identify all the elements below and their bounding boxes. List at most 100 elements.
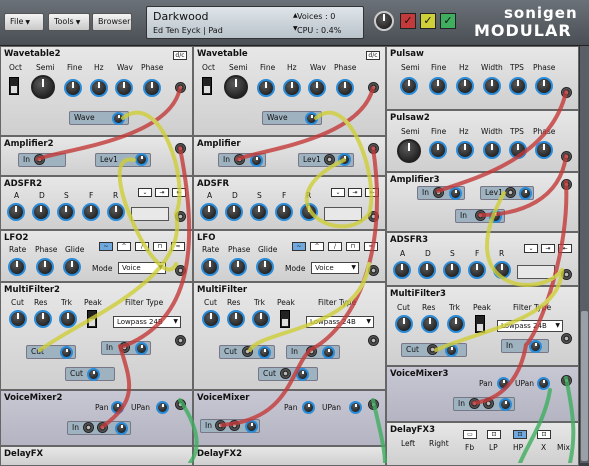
attack-knob[interactable] bbox=[200, 203, 218, 221]
lev-knob[interactable] bbox=[135, 153, 148, 166]
square-wave-icon[interactable]: ⊓ bbox=[153, 242, 167, 251]
lev-knob[interactable] bbox=[519, 187, 532, 200]
tps-knob[interactable] bbox=[509, 77, 527, 95]
filter-type-select[interactable]: Lowpass 24B ▼ bbox=[306, 316, 374, 328]
output-jack[interactable] bbox=[175, 399, 186, 410]
loop-icon[interactable]: ⇤ bbox=[365, 188, 379, 197]
trk-knob[interactable] bbox=[447, 315, 465, 333]
filter-in-knob[interactable] bbox=[529, 340, 542, 353]
semi-knob[interactable] bbox=[397, 139, 421, 163]
loop-icon[interactable]: ⇤ bbox=[558, 244, 572, 253]
in2-knob[interactable] bbox=[489, 210, 502, 223]
wave-mod-knob[interactable] bbox=[112, 112, 125, 125]
filter-type-select[interactable]: Lowpass 24B ▼ bbox=[497, 320, 563, 332]
filter-in-knob[interactable] bbox=[135, 342, 148, 355]
sustain-knob[interactable] bbox=[443, 261, 461, 279]
decay-knob[interactable] bbox=[32, 203, 50, 221]
mixer-in-jack-2[interactable] bbox=[483, 398, 494, 409]
phase-knob[interactable] bbox=[143, 79, 161, 97]
filter-in-jack[interactable] bbox=[119, 342, 130, 353]
semi-knob[interactable] bbox=[224, 75, 248, 99]
wave-mod-knob[interactable] bbox=[305, 112, 318, 125]
output-jack[interactable] bbox=[368, 82, 379, 93]
cut-knob[interactable] bbox=[9, 310, 27, 328]
trk-knob[interactable] bbox=[252, 310, 270, 328]
wave-edit-icon[interactable]: d/c bbox=[173, 51, 187, 60]
rate-knob[interactable] bbox=[8, 258, 26, 276]
filter-in-jack[interactable] bbox=[306, 346, 317, 357]
browser-button[interactable]: Browser bbox=[92, 13, 132, 31]
peak-switch[interactable] bbox=[280, 310, 290, 328]
pan-knob[interactable] bbox=[497, 377, 510, 390]
file-menu-button[interactable]: File ▼ bbox=[4, 13, 44, 31]
wav-knob[interactable] bbox=[115, 79, 133, 97]
decay-knob[interactable] bbox=[418, 261, 436, 279]
output-jack[interactable] bbox=[368, 335, 379, 346]
cut-mod-knob[interactable] bbox=[445, 344, 458, 357]
fall-knob[interactable] bbox=[468, 261, 486, 279]
mixer-in-jack-2[interactable] bbox=[97, 422, 108, 433]
loop-icon[interactable]: ⇤ bbox=[172, 188, 186, 197]
upan-knob[interactable] bbox=[537, 377, 550, 390]
cut2-knob[interactable] bbox=[296, 368, 309, 381]
attack-knob[interactable] bbox=[393, 261, 411, 279]
hz-knob[interactable] bbox=[456, 141, 474, 159]
master-volume-knob[interactable] bbox=[374, 11, 394, 31]
sine-wave-icon[interactable]: ~ bbox=[292, 242, 306, 251]
output-jack[interactable] bbox=[175, 265, 186, 276]
x-toggle-icon[interactable]: ⊡ bbox=[537, 430, 551, 439]
output-jack[interactable] bbox=[175, 82, 186, 93]
oct-switch[interactable] bbox=[9, 77, 19, 95]
tools-menu-button[interactable]: Tools ▼ bbox=[48, 13, 90, 31]
output-jack[interactable] bbox=[368, 143, 379, 154]
output-jack[interactable] bbox=[175, 335, 186, 346]
release-knob[interactable] bbox=[107, 203, 125, 221]
attack-knob[interactable] bbox=[7, 203, 25, 221]
lfo-phase-knob[interactable] bbox=[229, 258, 247, 276]
output-jack[interactable] bbox=[561, 375, 572, 386]
vertical-scrollbar[interactable] bbox=[579, 46, 589, 463]
phase-knob[interactable] bbox=[535, 77, 553, 95]
in2-jack[interactable] bbox=[475, 210, 486, 221]
rate-knob[interactable] bbox=[201, 258, 219, 276]
filter-type-select[interactable]: Lowpass 24B ▼ bbox=[113, 316, 181, 328]
peak-switch[interactable] bbox=[87, 310, 97, 328]
upan-knob[interactable] bbox=[349, 401, 362, 414]
in-knob[interactable] bbox=[449, 187, 462, 200]
phase-knob[interactable] bbox=[336, 79, 354, 97]
sine-wave-icon[interactable]: ~ bbox=[99, 242, 113, 251]
square-wave-icon[interactable]: ⊓ bbox=[346, 242, 360, 251]
res-knob[interactable] bbox=[34, 310, 52, 328]
in-jack[interactable] bbox=[34, 154, 45, 165]
lev-jack[interactable] bbox=[324, 154, 335, 165]
release-knob[interactable] bbox=[493, 261, 511, 279]
output-jack[interactable] bbox=[561, 87, 572, 98]
glide-knob[interactable] bbox=[256, 258, 274, 276]
fine-knob[interactable] bbox=[64, 79, 82, 97]
semi-knob[interactable] bbox=[31, 75, 55, 99]
curve-icon[interactable]: ⌄ bbox=[138, 188, 152, 197]
output-jack[interactable] bbox=[561, 333, 572, 344]
preset-display[interactable]: Darkwood Ed Ten Eyck | Pad ▲ ▼ Voices : … bbox=[146, 6, 364, 39]
fall-knob[interactable] bbox=[275, 203, 293, 221]
cut2-knob[interactable] bbox=[87, 368, 100, 381]
hz-knob[interactable] bbox=[456, 77, 474, 95]
forward-icon[interactable]: ⇥ bbox=[541, 244, 555, 253]
triangle-wave-icon[interactable]: ^ bbox=[310, 242, 324, 251]
oct-switch[interactable] bbox=[202, 77, 212, 95]
upan-knob[interactable] bbox=[156, 401, 169, 414]
mixer-in-jack-1[interactable] bbox=[215, 420, 226, 431]
phase-knob[interactable] bbox=[535, 141, 553, 159]
fine-knob[interactable] bbox=[429, 141, 447, 159]
mode-select[interactable]: Voice ▼ bbox=[118, 262, 166, 274]
red-check-icon[interactable]: ✓ bbox=[400, 13, 416, 29]
triangle-wave-icon[interactable]: ^ bbox=[117, 242, 131, 251]
saw-wave-icon[interactable]: / bbox=[135, 242, 149, 251]
peak-switch[interactable] bbox=[475, 315, 485, 333]
forward-icon[interactable]: ⇥ bbox=[348, 188, 362, 197]
hz-knob[interactable] bbox=[283, 79, 301, 97]
saw-wave-icon[interactable]: / bbox=[328, 242, 342, 251]
release-knob[interactable] bbox=[300, 203, 318, 221]
curve-icon[interactable]: ⌄ bbox=[524, 244, 538, 253]
output-jack[interactable] bbox=[561, 151, 572, 162]
